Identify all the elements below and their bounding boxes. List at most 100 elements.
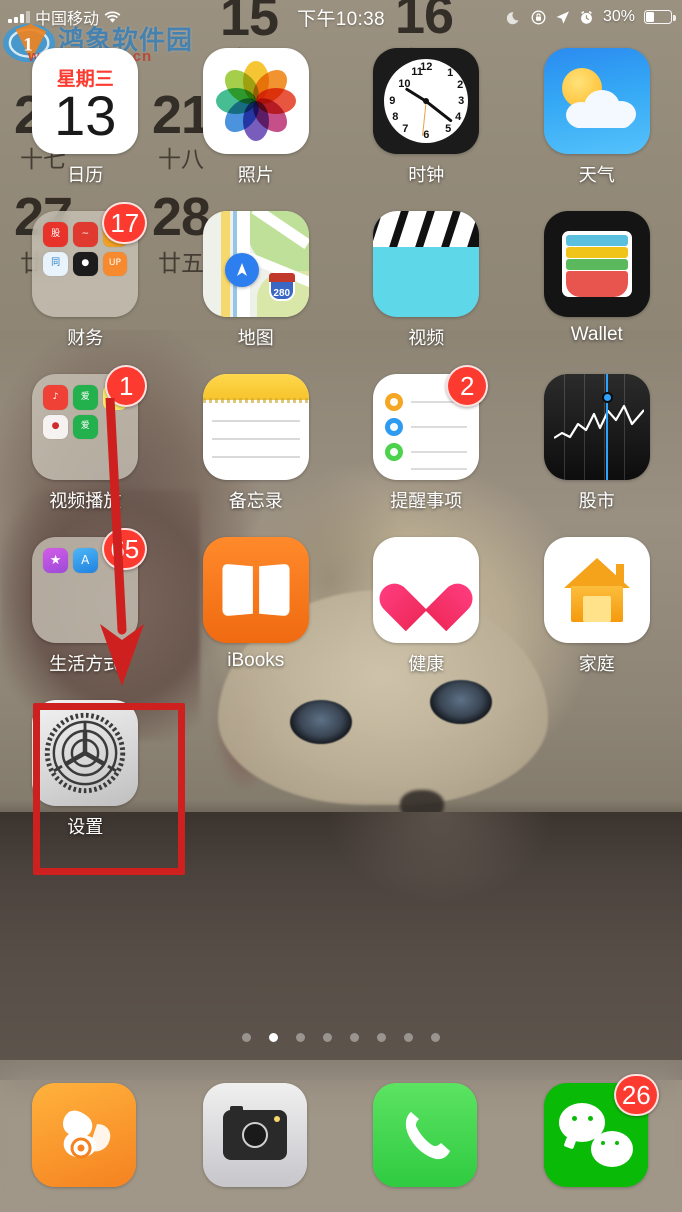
ibooks-icon[interactable] xyxy=(202,537,309,643)
notes-icon-wrap[interactable] xyxy=(202,374,309,480)
stock-line-chart xyxy=(553,404,644,439)
app-label-calendar: 日历 xyxy=(67,165,104,186)
app-label-clock: 时钟 xyxy=(408,165,445,186)
app-label-reminders: 提醒事项 xyxy=(390,491,463,512)
app-label-notes: 备忘录 xyxy=(228,491,283,512)
app-label-wallet: Wallet xyxy=(570,324,623,345)
finance-folder-wrap[interactable]: 股 ~ 新 同 ● UP 17 xyxy=(32,202,148,317)
empty-slot xyxy=(512,700,682,863)
app-label-weather: 天气 xyxy=(578,165,615,186)
stocks-icon[interactable] xyxy=(543,374,650,480)
app-home[interactable]: 家庭 xyxy=(512,537,682,700)
health-icon[interactable] xyxy=(373,537,480,643)
page-dot[interactable] xyxy=(350,1033,359,1042)
mini-app: 同 xyxy=(43,251,68,277)
status-bar-right: 30% xyxy=(506,8,676,26)
annotation-arrow xyxy=(100,398,144,686)
mini-app: 股 xyxy=(43,222,68,247)
weather-icon-wrap[interactable] xyxy=(543,48,650,154)
wechat-icon-wrap[interactable]: 26 xyxy=(543,1074,659,1189)
page-dot[interactable] xyxy=(404,1033,413,1042)
dock-app-wechat[interactable]: 26 xyxy=(512,1074,682,1189)
app-label-photos: 照片 xyxy=(237,165,274,186)
uc-icon-wrap[interactable] xyxy=(32,1083,138,1189)
wallet-icon-wrap[interactable] xyxy=(543,211,650,317)
notes-icon[interactable] xyxy=(202,374,309,480)
camera-body-shape xyxy=(222,1106,287,1160)
handset-shape xyxy=(406,1112,451,1160)
mini-app: ♪ xyxy=(43,385,68,410)
clock-icon-wrap[interactable]: 12 3 6 9 11 10 1 2 4 5 7 8 xyxy=(373,48,480,154)
home-icon-wrap[interactable] xyxy=(543,537,650,643)
clock-icon[interactable]: 12 3 6 9 11 10 1 2 4 5 7 8 xyxy=(373,48,480,154)
app-photos[interactable]: 照片 xyxy=(171,48,342,211)
weather-icon[interactable] xyxy=(543,48,650,154)
empty-slot xyxy=(171,700,342,863)
cloud-shape xyxy=(565,90,636,128)
app-weather[interactable]: 天气 xyxy=(512,48,682,211)
alarm-clock-icon xyxy=(581,10,592,24)
app-stocks[interactable]: 股市 xyxy=(512,374,682,537)
page-dot[interactable] xyxy=(431,1033,440,1042)
app-health[interactable]: 健康 xyxy=(341,537,512,700)
empty-slot xyxy=(341,700,512,863)
app-label-videos: 视频 xyxy=(408,328,445,349)
squirrel-shape xyxy=(63,1110,111,1159)
rotation-lock-icon xyxy=(531,10,546,24)
camera-icon[interactable] xyxy=(202,1083,307,1187)
health-icon-wrap[interactable] xyxy=(373,537,480,643)
app-maps[interactable]: 280 地图 xyxy=(171,211,342,374)
wechat-bubbles-shape xyxy=(558,1103,633,1167)
calendar-icon-wrap[interactable]: 星期三 13 xyxy=(32,48,139,154)
photos-icon-wrap[interactable] xyxy=(202,48,309,154)
wallet-icon[interactable] xyxy=(543,211,650,317)
page-dot-active[interactable] xyxy=(269,1033,278,1042)
mini-app: ★ xyxy=(43,548,68,573)
app-wallet[interactable]: Wallet xyxy=(512,211,682,374)
folder-finance[interactable]: 股 ~ 新 同 ● UP 17 财务 xyxy=(0,202,171,374)
page-indicator[interactable] xyxy=(0,1033,682,1042)
photos-icon[interactable] xyxy=(202,48,309,154)
maps-icon-wrap[interactable]: 280 xyxy=(202,211,309,317)
phone-icon-wrap[interactable] xyxy=(373,1083,479,1189)
uc-browser-icon[interactable] xyxy=(32,1083,137,1187)
page-dot[interactable] xyxy=(242,1033,251,1042)
home-icon[interactable] xyxy=(543,537,650,643)
house-shape xyxy=(563,558,630,622)
calendar-day: 13 xyxy=(54,83,117,147)
maps-icon[interactable]: 280 xyxy=(202,211,309,317)
app-row-1: 星期三 13 日历 照片 12 3 6 9 11 10 1 2 4 5 7 8 … xyxy=(0,48,682,211)
clock-face: 12 3 6 9 11 10 1 2 4 5 7 8 xyxy=(384,59,469,143)
mini-app: ● xyxy=(72,251,98,277)
reminders-icon-wrap[interactable]: 2 xyxy=(373,365,489,480)
camera-icon-wrap[interactable] xyxy=(202,1083,309,1189)
page-dot[interactable] xyxy=(296,1033,305,1042)
app-row-2: 股 ~ 新 同 ● UP 17 财务 xyxy=(0,202,682,374)
ibooks-icon-wrap[interactable] xyxy=(202,537,309,643)
photos-flower xyxy=(215,61,296,141)
stocks-icon-wrap[interactable] xyxy=(543,374,650,480)
app-label-health: 健康 xyxy=(408,654,445,675)
app-notes[interactable]: 备忘录 xyxy=(171,374,342,537)
app-videos[interactable]: 视频 xyxy=(341,211,512,374)
videos-icon-wrap[interactable] xyxy=(373,211,480,317)
calendar-icon[interactable]: 星期三 13 xyxy=(32,48,139,154)
clapperboard-shape xyxy=(373,211,480,247)
heart-shape xyxy=(373,564,479,632)
battery-fill xyxy=(646,12,655,22)
page-dot[interactable] xyxy=(323,1033,332,1042)
phone-icon[interactable] xyxy=(373,1083,478,1187)
app-reminders[interactable]: 2 提醒事项 xyxy=(341,365,512,537)
folder-badge: 17 xyxy=(102,202,148,244)
dock-app-phone[interactable] xyxy=(341,1083,512,1189)
app-ibooks[interactable]: iBooks xyxy=(171,537,342,700)
annotation-highlight-box xyxy=(33,703,185,875)
map-location-pin-icon xyxy=(224,253,259,287)
dock-app-camera[interactable] xyxy=(171,1083,342,1189)
dock-app-uc-browser[interactable] xyxy=(0,1083,171,1189)
app-calendar[interactable]: 星期三 13 日历 xyxy=(0,48,171,211)
videos-icon[interactable] xyxy=(373,211,480,317)
battery-icon xyxy=(644,10,676,24)
page-dot[interactable] xyxy=(377,1033,386,1042)
app-clock[interactable]: 12 3 6 9 11 10 1 2 4 5 7 8 时钟 xyxy=(341,48,512,211)
